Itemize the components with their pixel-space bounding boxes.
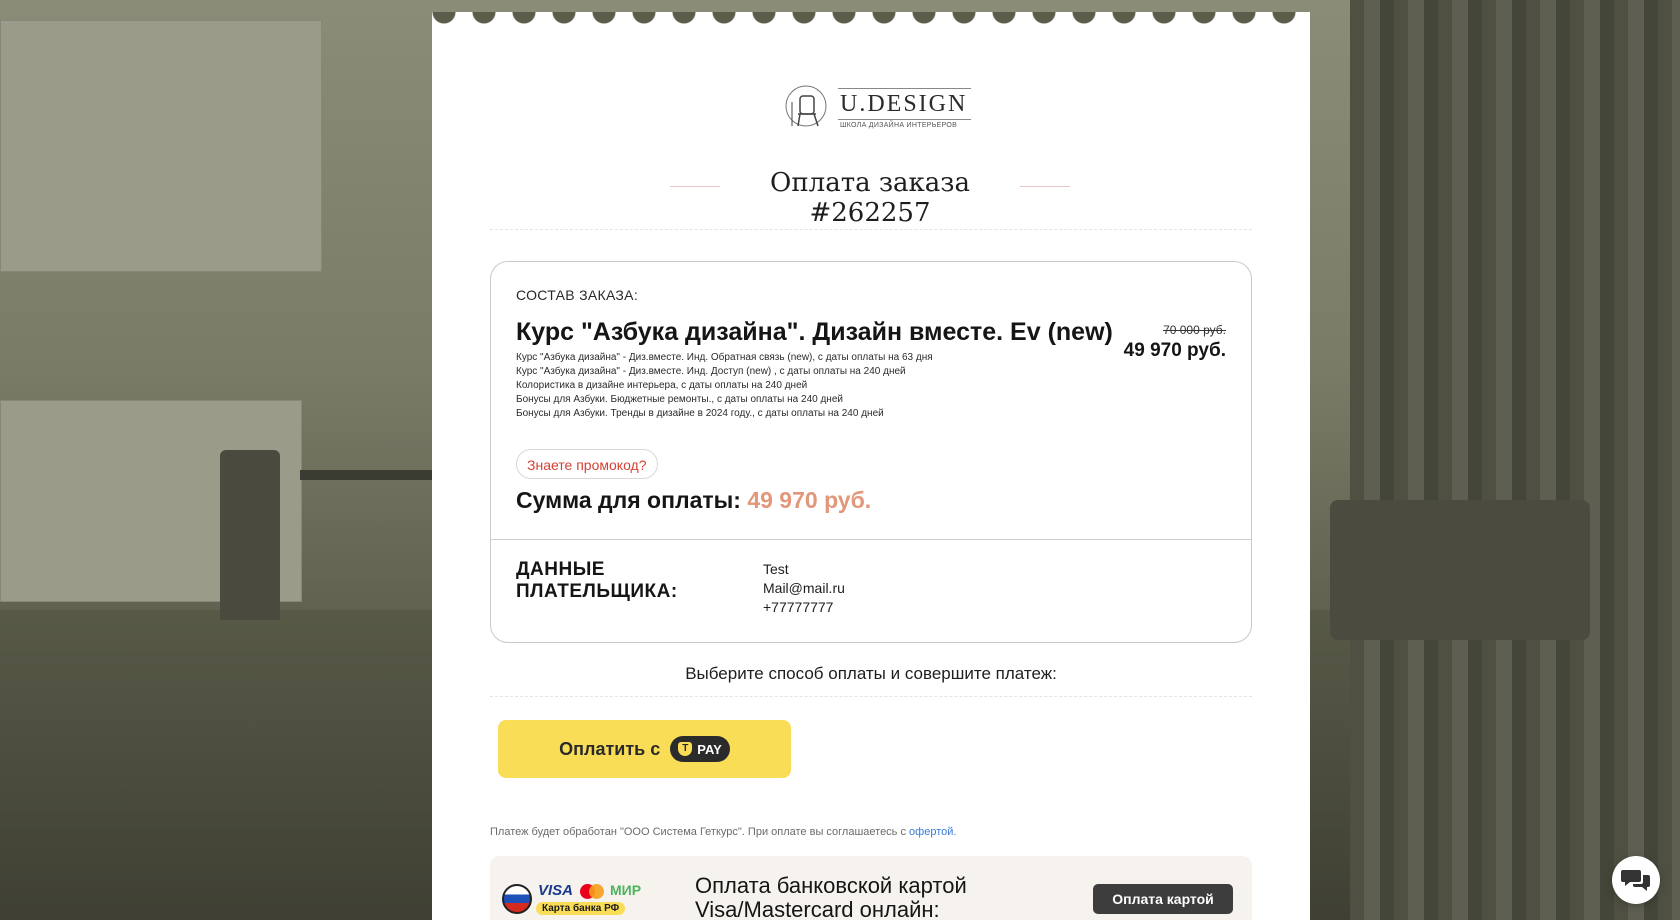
bank-payment-title: Оплата банковской картой Visa/Mastercard…	[695, 874, 967, 920]
payer-heading-line1: ДАННЫЕ	[516, 559, 605, 580]
logo-mark-icon	[785, 85, 827, 127]
divider	[490, 696, 1252, 697]
chat-button[interactable]	[1612, 856, 1660, 904]
bank-card-payment-block: VISA МИР Карта банка РФ Оплата банковско…	[490, 856, 1252, 920]
page-title: Оплата заказа #262257	[770, 168, 970, 228]
brand-name: U.DESIGN	[838, 88, 972, 120]
old-price: 70 000 руб.	[1163, 323, 1226, 337]
rf-card-badge: Карта банка РФ	[536, 902, 626, 915]
payer-email: Mail@mail.ru	[763, 580, 845, 596]
card-logos: VISA МИР Карта банка РФ	[502, 878, 652, 920]
russia-flag-icon	[502, 884, 532, 914]
payer-details: Test Mail@mail.ru +77777777	[763, 560, 845, 617]
product-title: Курс "Азбука дизайна". Дизайн вместе. Ev…	[516, 318, 1113, 346]
chat-icon	[1621, 870, 1650, 891]
order-label: СОСТАВ ЗАКАЗА:	[516, 287, 639, 303]
new-price: 49 970 руб.	[1123, 340, 1226, 361]
order-item: Курс "Азбука дизайна" - Диз.вместе. Инд.…	[516, 366, 906, 377]
payer-name: Test	[763, 561, 789, 577]
payment-method-prompt: Выберите способ оплаты и совершите плате…	[685, 664, 1057, 683]
bank-title-line2: Visa/Mastercard онлайн:	[695, 897, 940, 920]
bank-title-line1: Оплата банковской картой	[695, 873, 967, 898]
brand-logo: U.DESIGN ШКОЛА ДИЗАЙНА ИНТЕРЬЕРОВ	[784, 80, 972, 136]
mir-logo: МИР	[610, 882, 642, 898]
order-item: Курс "Азбука дизайна" - Диз.вместе. Инд.…	[516, 352, 933, 363]
receipt-scalloped-edge	[432, 12, 1310, 24]
divider	[490, 229, 1252, 230]
page-title-block: Оплата заказа #262257	[670, 168, 1070, 228]
pay-by-card-button[interactable]: Оплата картой	[1093, 884, 1233, 914]
mastercard-logo-right	[589, 884, 604, 899]
total-label: Сумма для оплаты:	[516, 487, 741, 513]
order-summary: СОСТАВ ЗАКАЗА: Курс "Азбука дизайна". Ди…	[490, 261, 1252, 643]
tpay-button[interactable]: Оплатить с T PAY	[498, 720, 791, 778]
offer-link[interactable]: офертой.	[909, 826, 956, 838]
order-items-list: Курс "Азбука дизайна" - Диз.вместе. Инд.…	[516, 351, 933, 421]
brand-tagline: ШКОЛА ДИЗАЙНА ИНТЕРЬЕРОВ	[840, 122, 958, 129]
total-amount-row: Сумма для оплаты: 49 970 руб.	[516, 487, 871, 514]
tpay-shield-icon: T	[678, 742, 693, 756]
order-item: Бонусы для Азбуки. Бюджетные ремонты., с…	[516, 394, 843, 405]
total-amount: 49 970 руб.	[747, 487, 872, 513]
visa-logo: VISA	[538, 882, 574, 899]
payment-note: Платеж будет обработан "ООО Система Гетк…	[490, 826, 956, 838]
tpay-label: Оплатить с	[559, 738, 661, 759]
divider	[491, 539, 1251, 540]
payer-phone: +77777777	[763, 599, 834, 615]
payer-heading-line2: ПЛАТЕЛЬЩИКА:	[516, 581, 678, 602]
tpay-badge-label: PAY	[697, 741, 722, 757]
order-item: Колористика в дизайне интерьера, с даты …	[516, 380, 808, 391]
order-item: Бонусы для Азбуки. Тренды в дизайне в 20…	[516, 408, 884, 419]
tpay-badge: T PAY	[670, 736, 730, 762]
payment-note-text: Платеж будет обработан "ООО Система Гетк…	[490, 826, 910, 838]
payer-heading: ДАННЫЕ ПЛАТЕЛЬЩИКА:	[516, 559, 678, 603]
promo-code-button[interactable]: Знаете промокод?	[516, 449, 658, 479]
